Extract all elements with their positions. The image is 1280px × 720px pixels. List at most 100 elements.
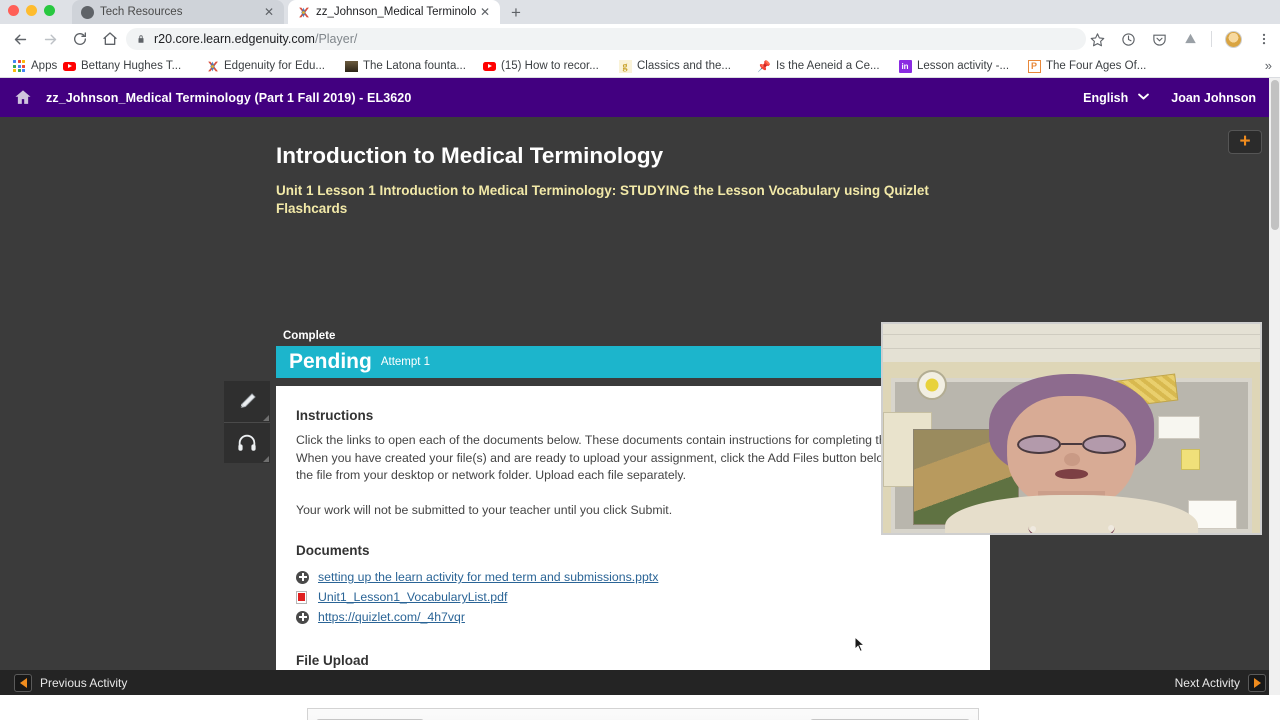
pushpin-icon: 📌 — [757, 60, 771, 73]
bookmark-label: Edgenuity for Edu... — [224, 60, 326, 72]
pencil-tool[interactable] — [224, 381, 270, 422]
bookmark-label: Lesson activity -... — [917, 60, 1010, 72]
course-title: zz_Johnson_Medical Terminology (Part 1 F… — [46, 90, 412, 105]
plus-circle-icon — [296, 570, 318, 584]
next-activity-button[interactable]: Next Activity — [1175, 673, 1266, 692]
bookmarks-overflow-button[interactable]: » — [1265, 58, 1272, 73]
add-activity-button[interactable]: + — [1228, 130, 1262, 154]
powerpoint-icon: P — [1027, 59, 1041, 73]
ceiling-background — [883, 324, 1260, 362]
tab-title: Tech Resources — [100, 6, 183, 18]
bookmark-label: (15) How to recor... — [501, 60, 599, 72]
close-icon[interactable]: ✕ — [262, 5, 276, 19]
instructions-paragraph-1: Click the links to open each of the docu… — [296, 433, 963, 482]
url-text: r20.core.learn.edgenuity.com/Player/ — [154, 32, 357, 46]
plus-circle-icon — [296, 610, 318, 624]
bookmark-lesson-activity[interactable]: in Lesson activity -... — [898, 54, 1009, 78]
bookmark-edgenuity[interactable]: Edgenuity for Edu... — [205, 54, 325, 78]
webcam-video-overlay[interactable] — [881, 322, 1262, 535]
user-name[interactable]: Joan Johnson — [1171, 91, 1270, 105]
board-note — [1180, 449, 1200, 471]
instructions-heading: Instructions — [296, 408, 374, 423]
g-letter-icon: g — [618, 59, 632, 73]
back-icon[interactable] — [10, 28, 30, 50]
document-item[interactable]: https://quizlet.com/_4h7vqr — [296, 607, 970, 627]
bookmark-label: The Four Ages Of... — [1046, 60, 1147, 72]
document-link[interactable]: Unit1_Lesson1_VocabularyList.pdf — [318, 590, 507, 604]
tab-strip: Tech Resources ✕ zz_Johnson_Medical Term… — [0, 0, 1280, 24]
page-title: Introduction to Medical Terminology — [276, 143, 664, 168]
document-link[interactable]: https://quizlet.com/_4h7vqr — [318, 610, 465, 624]
audio-tool[interactable] — [224, 422, 270, 463]
address-bar[interactable]: r20.core.learn.edgenuity.com/Player/ — [126, 28, 1086, 50]
bookmark-bettany-hughes[interactable]: Bettany Hughes T... — [62, 54, 181, 78]
document-item[interactable]: Unit1_Lesson1_VocabularyList.pdf — [296, 587, 970, 607]
page-body: + Introduction to Medical Terminology Un… — [0, 117, 1280, 720]
arrow-left-icon — [14, 673, 32, 692]
close-window-button[interactable] — [8, 5, 19, 16]
document-link[interactable]: setting up the learn activity for med te… — [318, 570, 658, 584]
app-header: zz_Johnson_Medical Terminology (Part 1 F… — [0, 78, 1280, 117]
browser-tab-medical-terminology[interactable]: zz_Johnson_Medical Terminolo ✕ — [288, 0, 500, 24]
chevron-down-icon[interactable] — [1138, 92, 1171, 103]
tool-corner-marker — [263, 415, 269, 421]
three-dot-menu-icon[interactable] — [1254, 27, 1274, 51]
necklace — [1028, 508, 1114, 533]
new-tab-button[interactable]: + — [506, 3, 526, 23]
url-path: /Player/ — [314, 32, 358, 46]
pocket-icon[interactable] — [1149, 27, 1169, 51]
bookmark-apps[interactable]: Apps — [12, 54, 57, 78]
plus-icon: + — [1239, 130, 1251, 152]
bookmark-classics[interactable]: g Classics and the... — [618, 54, 731, 78]
file-upload-box: Add Files Delete All Ancient Weddings.pd… — [307, 708, 979, 720]
scrollbar-thumb[interactable] — [1270, 80, 1279, 230]
document-item[interactable]: setting up the learn activity for med te… — [296, 567, 970, 587]
bookmark-label: Bettany Hughes T... — [81, 60, 182, 72]
close-icon[interactable]: ✕ — [478, 5, 492, 19]
home-icon[interactable] — [0, 88, 46, 107]
toolbar-divider — [1211, 31, 1212, 47]
in-purple-icon: in — [898, 59, 912, 73]
bookmark-latona-fountain[interactable]: The Latona founta... — [344, 54, 466, 78]
file-upload-heading: File Upload — [296, 653, 369, 668]
mouth — [1054, 468, 1089, 479]
glasses — [1017, 434, 1126, 454]
forward-icon[interactable] — [40, 28, 60, 50]
documents-list: setting up the learn activity for med te… — [296, 567, 970, 627]
profile-avatar[interactable] — [1223, 27, 1243, 51]
page-scrollbar[interactable] — [1269, 78, 1280, 695]
bookmark-four-ages[interactable]: P The Four Ages Of... — [1027, 54, 1146, 78]
maximize-window-button[interactable] — [44, 5, 55, 16]
youtube-icon — [482, 59, 496, 73]
language-selector[interactable]: English — [1073, 91, 1138, 105]
history-clock-icon[interactable] — [1118, 27, 1138, 51]
minimize-window-button[interactable] — [26, 5, 37, 16]
documents-heading: Documents — [296, 543, 370, 558]
star-icon[interactable] — [1087, 27, 1107, 51]
reload-icon[interactable] — [70, 28, 90, 50]
pdf-icon — [296, 590, 318, 604]
browser-tab-tech-resources[interactable]: Tech Resources ✕ — [72, 0, 284, 24]
url-host: r20.core.learn.edgenuity.com — [154, 32, 315, 46]
window-traffic-lights[interactable] — [8, 5, 55, 16]
google-drive-icon[interactable] — [1180, 27, 1200, 51]
attempt-text: Attempt 1 — [380, 356, 431, 368]
mouse-cursor — [854, 635, 866, 654]
bookmark-label: Is the Aeneid a Ce... — [776, 60, 880, 72]
tool-corner-marker — [263, 456, 269, 462]
status-text: Pending — [289, 350, 372, 373]
bookmark-label: The Latona founta... — [363, 60, 466, 72]
tool-rail — [224, 381, 270, 463]
screenshot-root: Tech Resources ✕ zz_Johnson_Medical Term… — [0, 0, 1280, 720]
bookmark-aeneid[interactable]: 📌 Is the Aeneid a Ce... — [757, 54, 880, 78]
apps-grid-icon — [12, 59, 26, 73]
youtube-icon — [62, 59, 76, 73]
dark-thumbnail-icon — [344, 59, 358, 73]
activity-footer: Previous Activity Next Activity — [0, 670, 1280, 695]
instructions-paragraph-2: Your work will not be submitted to your … — [296, 502, 673, 517]
bookmark-how-to-record[interactable]: (15) How to recor... — [482, 54, 599, 78]
edgenuity-icon — [205, 59, 219, 73]
home-icon[interactable] — [100, 28, 120, 50]
previous-activity-button[interactable]: Previous Activity — [14, 673, 127, 692]
browser-chrome: Tech Resources ✕ zz_Johnson_Medical Term… — [0, 0, 1280, 78]
